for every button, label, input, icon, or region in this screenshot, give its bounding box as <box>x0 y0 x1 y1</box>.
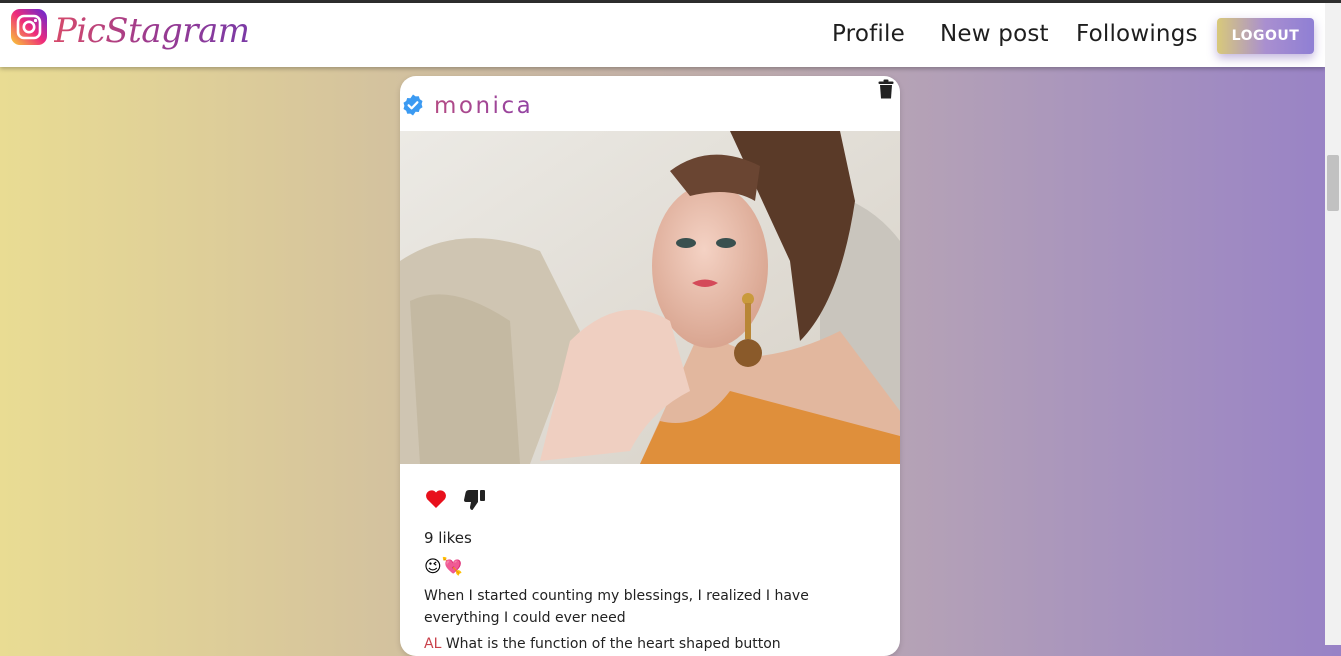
post-card: monica 9 likes 😉💘 When I started countin… <box>400 76 900 656</box>
comment-preview: AL What is the function of the heart sha… <box>424 636 781 652</box>
verified-badge-icon <box>401 93 425 121</box>
brand-name[interactable]: PicStagram <box>54 11 250 51</box>
dislike-thumbs-down-icon[interactable] <box>463 489 487 515</box>
post-photo <box>400 131 900 464</box>
instagram-logo-icon[interactable] <box>11 9 47 45</box>
scrollbar-thumb[interactable] <box>1327 155 1339 211</box>
post-caption: When I started counting my blessings, I … <box>424 588 809 626</box>
post-username[interactable]: monica <box>434 93 533 119</box>
comment-text: What is the function of the heart shaped… <box>445 636 781 652</box>
logout-button[interactable]: LOGOUT <box>1217 18 1314 54</box>
caption-emojis: 😉💘 <box>424 557 463 577</box>
nav-profile-link[interactable]: Profile <box>832 21 905 47</box>
nav-new-post-link[interactable]: New post <box>940 21 1049 47</box>
delete-post-icon[interactable] <box>878 79 894 103</box>
nav-followings-link[interactable]: Followings <box>1076 21 1198 47</box>
navbar: PicStagram Profile New post Followings L… <box>0 3 1325 67</box>
likes-count: 9 likes <box>424 529 472 547</box>
scrollbar-track[interactable] <box>1325 3 1341 645</box>
comment-username[interactable]: AL <box>424 636 446 652</box>
like-heart-icon[interactable] <box>425 489 447 513</box>
